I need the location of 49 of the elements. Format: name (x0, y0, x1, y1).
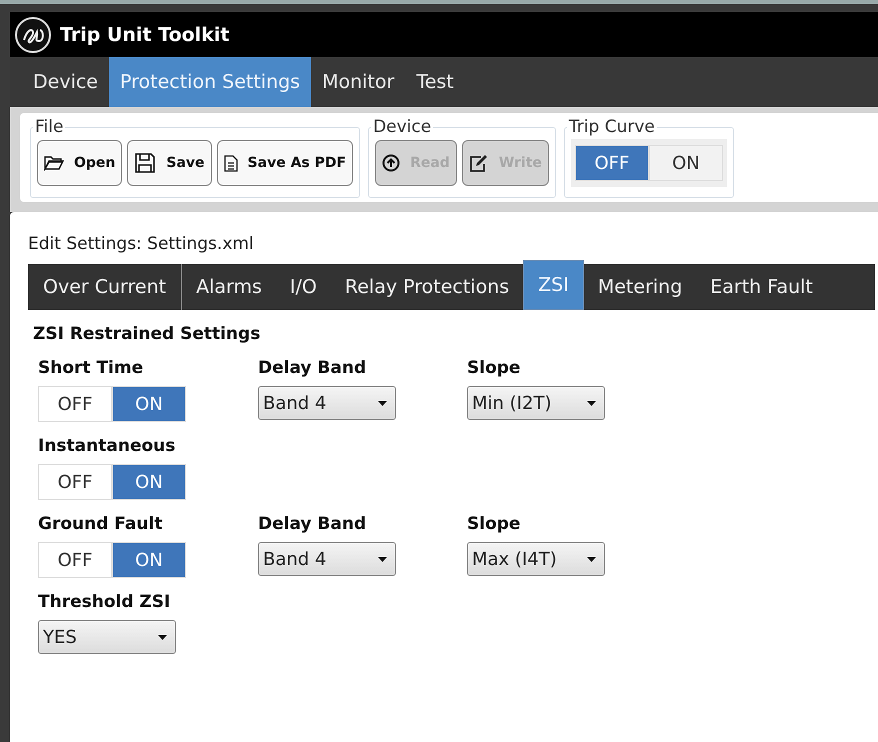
setting-label: Slope (467, 358, 522, 378)
dropdown[interactable]: Band 4 (258, 386, 396, 420)
setting-label: Delay Band (258, 514, 368, 534)
dropdown[interactable]: Max (I4T) (467, 542, 605, 576)
document-icon (224, 154, 238, 172)
section-title: ZSI Restrained Settings (33, 324, 262, 344)
group-title: File (34, 117, 64, 137)
toggle-option[interactable]: OFF (38, 542, 112, 578)
dropdown[interactable]: YES (38, 620, 176, 654)
dropdown-caret-icon (587, 556, 596, 562)
toggle-option[interactable]: ON (112, 464, 186, 500)
pencil-icon (468, 154, 489, 172)
setting-label: Delay Band (258, 358, 368, 378)
toggle-option[interactable]: OFF (38, 464, 112, 500)
toggle-option[interactable]: OFF (38, 386, 112, 422)
toolbar-button[interactable]: Save (127, 140, 212, 186)
settings-tab[interactable]: Alarms (182, 264, 276, 310)
setting-label: Threshold ZSI (38, 592, 172, 612)
setting-label: Ground Fault (38, 514, 164, 534)
arrow-circle-icon (382, 154, 400, 172)
menu-tab[interactable]: Test (405, 57, 465, 107)
dropdown-caret-icon (158, 634, 167, 640)
setting-label: Instantaneous (38, 436, 176, 456)
dropdown-caret-icon (378, 556, 387, 562)
menu-tab[interactable]: Monitor (311, 57, 406, 107)
dropdown-caret-icon (378, 400, 387, 406)
edit-settings-title: Edit Settings: Settings.xml (28, 234, 255, 254)
settings-tab[interactable]: Over Current (28, 264, 182, 310)
toggle-option[interactable]: ON (648, 145, 723, 181)
group-title: Trip Curve (568, 117, 656, 137)
window-title: Trip Unit Toolkit (60, 24, 230, 46)
settings-tab[interactable]: Metering (584, 264, 696, 310)
toggle-option[interactable]: OFF (574, 145, 649, 181)
dropdown[interactable]: Band 4 (258, 542, 396, 576)
toggle-option[interactable]: ON (112, 542, 186, 578)
dropdown[interactable]: Min (I2T) (467, 386, 605, 420)
logo-icon (14, 16, 52, 54)
toolbar-button[interactable]: Open (37, 140, 122, 186)
toolbar-button[interactable]: Save As PDF (216, 140, 354, 186)
settings-tab[interactable]: Relay Protections (330, 264, 524, 310)
settings-tab[interactable]: Earth Fault (696, 264, 827, 310)
folder-icon (44, 155, 64, 171)
settings-tab[interactable]: I/O (276, 264, 331, 310)
dropdown-caret-icon (587, 400, 596, 406)
setting-label: Short Time (38, 358, 144, 378)
toggle-option[interactable]: ON (112, 386, 186, 422)
group-title: Device (372, 117, 432, 137)
menu-tab[interactable]: Device (22, 57, 109, 107)
setting-label: Slope (467, 514, 522, 534)
